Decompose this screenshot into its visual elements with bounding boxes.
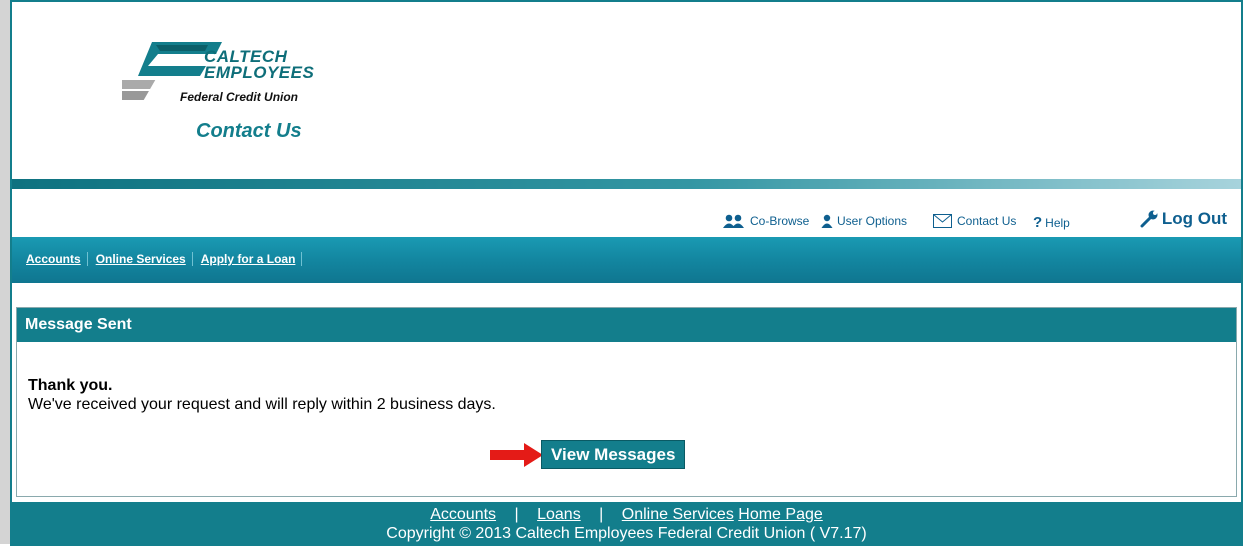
- help-link[interactable]: ? Help: [1033, 214, 1070, 231]
- help-icon: ?: [1033, 214, 1043, 231]
- panel-title: Message Sent: [17, 308, 1236, 342]
- footer-loans-link[interactable]: Loans: [537, 506, 581, 523]
- nav-item-accounts[interactable]: Accounts: [18, 252, 88, 266]
- caltech-logo[interactable]: CALTECH EMPLOYEES Federal Credit Union: [122, 32, 362, 104]
- contact-us-link[interactable]: Contact Us: [933, 214, 1016, 228]
- page-container: CALTECH EMPLOYEES Federal Credit Union C…: [10, 0, 1243, 546]
- help-label: Help: [1045, 215, 1070, 230]
- logo-subtitle: Federal Credit Union: [180, 90, 299, 104]
- message-panel: Message Sent Thank you. We've received y…: [16, 307, 1237, 497]
- main-nav: Accounts Online Services Apply for a Loa…: [12, 237, 1241, 283]
- logout-label: Log Out: [1161, 209, 1227, 228]
- cobrowse-link[interactable]: Co-Browse: [722, 214, 809, 228]
- logo-name: CALTECH EMPLOYEES: [204, 47, 315, 82]
- user-options-link[interactable]: User Options: [821, 214, 907, 228]
- footer-online-services-link[interactable]: Online Services: [622, 506, 734, 523]
- header-stripe: [12, 179, 1241, 189]
- confirmation-message: We've received your request and will rep…: [28, 396, 496, 413]
- copyright-text: Copyright © 2013 Caltech Employees Feder…: [386, 525, 867, 542]
- utility-bar: Co-Browse User Options Contact Us ? Help: [12, 209, 1241, 234]
- people-icon: [723, 214, 744, 228]
- footer: Accounts | Loans | Online Services Home …: [10, 502, 1243, 546]
- logout-link[interactable]: Log Out: [1140, 209, 1227, 229]
- red-arrow-icon: [490, 443, 543, 467]
- cobrowse-label: Co-Browse: [750, 214, 810, 228]
- wrench-icon: [1140, 210, 1158, 228]
- page-title: Contact Us: [196, 120, 302, 142]
- user-icon: [821, 214, 833, 228]
- envelope-icon: [933, 214, 952, 228]
- footer-home-page-link[interactable]: Home Page: [738, 506, 823, 523]
- user-options-label: User Options: [837, 214, 908, 228]
- contact-us-label: Contact Us: [957, 214, 1017, 228]
- footer-accounts-link[interactable]: Accounts: [430, 506, 496, 523]
- nav-item-online-services[interactable]: Online Services: [88, 252, 193, 266]
- footer-separator: |: [514, 506, 519, 523]
- footer-separator: |: [599, 506, 604, 523]
- nav-item-apply-for-loan[interactable]: Apply for a Loan: [193, 252, 303, 266]
- view-messages-button[interactable]: View Messages: [541, 440, 686, 469]
- thanks-heading: Thank you.: [28, 377, 113, 394]
